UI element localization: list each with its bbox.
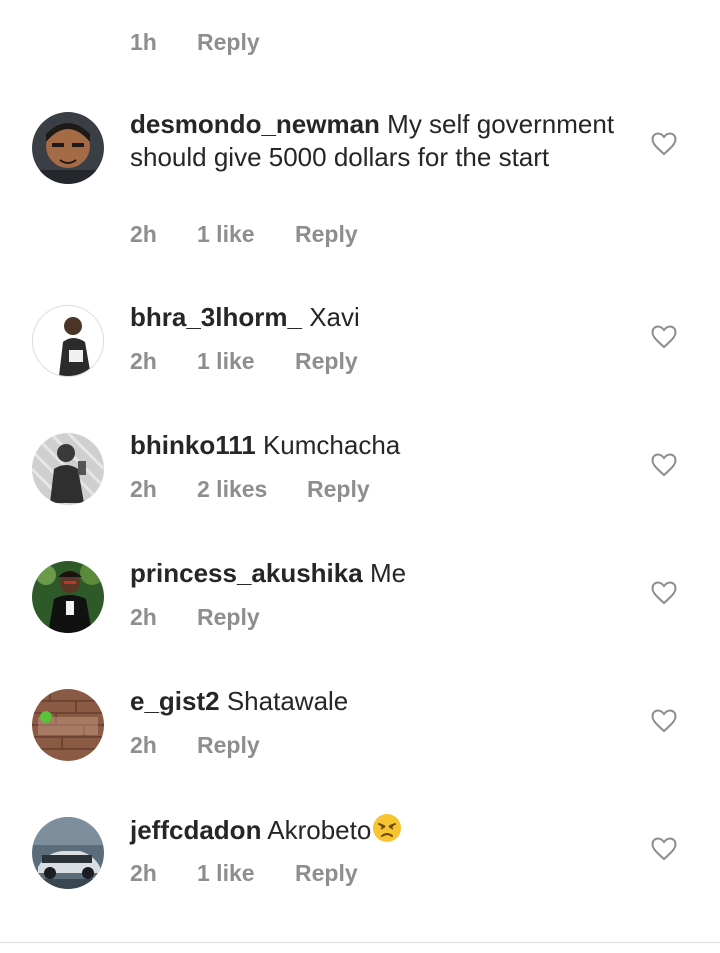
comment-username[interactable]: e_gist2 (130, 686, 220, 716)
heart-outline-icon[interactable] (651, 837, 677, 861)
reply-button[interactable]: Reply (197, 604, 260, 631)
comment-username[interactable]: princess_akushika (130, 558, 363, 588)
avatar[interactable] (32, 817, 104, 889)
comment-text: Akrobeto (267, 815, 372, 845)
avatar[interactable] (32, 561, 104, 633)
comment-time: 2h (130, 731, 157, 758)
avatar[interactable] (32, 305, 104, 377)
avatar[interactable] (32, 689, 104, 761)
like-count[interactable]: 1 like (197, 221, 295, 248)
comment-body: e_gist2 Shatawale (130, 685, 620, 718)
heart-outline-icon[interactable] (651, 132, 677, 156)
reply-button[interactable]: Reply (295, 221, 358, 248)
comment-body: desmondo_newman My self government shoul… (130, 108, 620, 174)
persevering-face-emoji (372, 813, 402, 843)
like-count[interactable]: 1 like (197, 860, 295, 887)
heart-outline-icon[interactable] (651, 581, 677, 605)
comment-meta: 2h 2 likes Reply (130, 474, 370, 504)
comment-body: princess_akushika Me (130, 557, 620, 590)
comment-text: Me (369, 558, 407, 588)
reply-button[interactable]: Reply (295, 348, 358, 375)
reply-button[interactable]: Reply (295, 860, 358, 887)
heart-outline-icon[interactable] (651, 325, 677, 349)
comment-username[interactable]: bhinko111 (130, 430, 256, 460)
comment-body: jeffcdadon Akrobeto (130, 813, 620, 847)
comment-username[interactable]: bhra_3lhorm_ (130, 302, 302, 332)
heart-outline-icon[interactable] (651, 453, 677, 477)
reply-button[interactable]: Reply (197, 29, 260, 56)
comment-meta: 2h Reply (130, 602, 260, 632)
comment-username[interactable]: jeffcdadon (130, 815, 261, 845)
comment-time: 2h (130, 220, 157, 247)
comment-meta: 2h 1 like Reply (130, 219, 358, 249)
avatar[interactable] (32, 112, 104, 184)
comment-time: 2h (130, 859, 157, 886)
comment-body: bhinko111 Kumchacha (130, 429, 620, 462)
comment-time: 2h (130, 475, 157, 502)
comment-text: Kumchacha (262, 430, 401, 460)
comment-time: 2h (130, 347, 157, 374)
avatar[interactable] (32, 433, 104, 505)
comment-time: 2h (130, 603, 157, 630)
like-count[interactable]: 1 like (197, 348, 295, 375)
like-count[interactable]: 2 likes (197, 476, 307, 503)
comment-text: Xavi (309, 302, 360, 332)
divider (0, 942, 720, 943)
comment-meta: 2h Reply (130, 730, 260, 760)
comment-meta: 2h 1 like Reply (130, 346, 358, 376)
previous-comment-meta: 1h Reply (130, 27, 260, 57)
comment-time: 1h (130, 28, 157, 55)
comment-body: bhra_3lhorm_ Xavi (130, 301, 620, 334)
comment-text: Shatawale (226, 686, 349, 716)
comment-username[interactable]: desmondo_newman (130, 109, 380, 139)
heart-outline-icon[interactable] (651, 709, 677, 733)
comment-meta: 2h 1 like Reply (130, 858, 358, 888)
reply-button[interactable]: Reply (307, 476, 370, 503)
reply-button[interactable]: Reply (197, 732, 260, 759)
